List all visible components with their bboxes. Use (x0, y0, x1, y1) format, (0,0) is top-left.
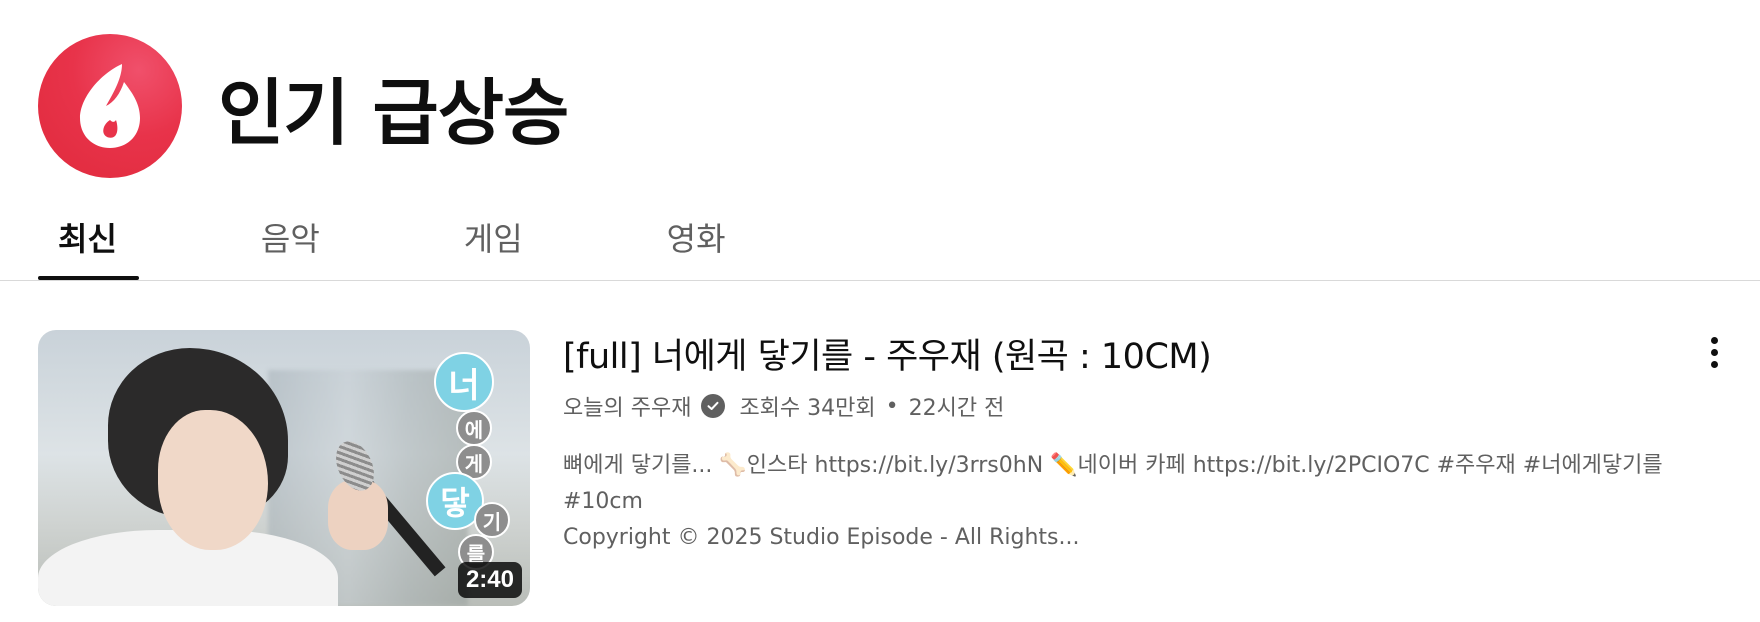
page-header: 인기 급상승 (38, 34, 569, 178)
trending-page: 인기 급상승 최신 음악 게임 영화 너 에 게 닿 기 를 2:40 [ful… (0, 0, 1760, 622)
description-line: 뼈에게 닿기를... 🦴인스타 https://bit.ly/3rrs0hN ✏… (563, 453, 1663, 514)
more-actions-button[interactable] (1696, 332, 1732, 372)
more-dot-icon (1710, 336, 1718, 344)
video-description: 뼈에게 닿기를... 🦴인스타 https://bit.ly/3rrs0hN ✏… (563, 448, 1713, 556)
video-item: 너 에 게 닿 기 를 2:40 [full] 너에게 닿기를 - 주우재 (원… (38, 330, 1738, 610)
thumbnail-caption-char: 너 (434, 352, 494, 412)
meta-separator: • (885, 393, 899, 419)
description-line: Copyright © 2025 Studio Episode - All Ri… (563, 525, 1080, 550)
view-count: 조회수 34만회 (739, 396, 876, 421)
video-meta: 오늘의 주우재 조회수 34만회 • 22시간 전 (563, 390, 1713, 422)
more-dot-icon (1710, 348, 1718, 356)
page-title: 인기 급상승 (218, 70, 569, 155)
thumbnail-face (158, 410, 268, 550)
flame-icon (80, 64, 140, 148)
verified-check-icon (701, 394, 726, 418)
category-tabs: 최신 음악 게임 영화 (38, 200, 848, 280)
channel-name[interactable]: 오늘의 주우재 (563, 390, 691, 422)
trending-logo (38, 34, 182, 178)
tab-latest[interactable]: 최신 (38, 200, 139, 280)
upload-age: 22시간 전 (908, 396, 1005, 421)
more-dot-icon (1710, 360, 1718, 368)
video-thumbnail[interactable]: 너 에 게 닿 기 를 2:40 (38, 330, 530, 606)
video-title[interactable]: [full] 너에게 닿기를 - 주우재 (원곡 : 10CM) (563, 332, 1713, 382)
video-info: [full] 너에게 닿기를 - 주우재 (원곡 : 10CM) 오늘의 주우재… (563, 330, 1713, 556)
tab-movies[interactable]: 영화 (645, 200, 748, 280)
thumbnail-caption-char: 기 (474, 502, 510, 538)
thumbnail-caption-char: 에 (456, 410, 492, 446)
duration-badge: 2:40 (457, 562, 522, 598)
tabs-divider (0, 280, 1760, 281)
tab-gaming[interactable]: 게임 (442, 200, 545, 280)
tab-music[interactable]: 음악 (239, 200, 342, 280)
